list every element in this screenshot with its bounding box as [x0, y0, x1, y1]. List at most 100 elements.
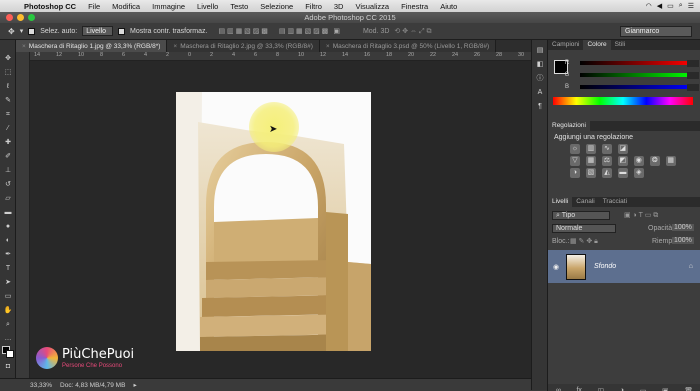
pen-tool-icon[interactable]: ✒	[3, 250, 13, 259]
document-size[interactable]: Doc: 4,83 MB/4,79 MB	[60, 382, 125, 389]
tab-styles[interactable]: Stili	[611, 40, 629, 50]
menu-selezione[interactable]: Selezione	[254, 2, 299, 11]
notifications-icon[interactable]: ☰	[688, 2, 694, 10]
menu-filtro[interactable]: Filtro	[299, 2, 328, 11]
menu-finestra[interactable]: Finestra	[395, 2, 434, 11]
layer-name[interactable]: Sfondo	[594, 263, 616, 270]
new-layer-icon[interactable]: ▣	[662, 387, 669, 391]
paragraph-panel-icon[interactable]: ¶	[535, 102, 545, 111]
opacity-field[interactable]: 100%	[672, 224, 694, 231]
new-group-icon[interactable]: ▭	[640, 387, 647, 391]
crop-tool-icon[interactable]: ⌗	[3, 110, 13, 119]
visibility-eye-icon[interactable]: ◉	[553, 263, 559, 271]
gradient-map-icon[interactable]: ▬	[617, 168, 628, 178]
tab-channels[interactable]: Canali	[572, 197, 598, 207]
blue-value-field[interactable]	[687, 83, 699, 91]
layer-filter-buttons[interactable]: ▣ ◑ T ▭ ⧉	[624, 211, 658, 220]
menu-livello[interactable]: Livello	[191, 2, 224, 11]
tab-layers[interactable]: Livelli	[548, 197, 573, 207]
close-tab-icon[interactable]: ×	[22, 43, 26, 50]
align-buttons[interactable]: ▤ ▥ ▦ ▧ ▨ ▩	[218, 27, 267, 35]
color-spectrum-bar[interactable]	[553, 97, 693, 105]
layer-style-icon[interactable]: fx	[576, 387, 581, 391]
green-slider[interactable]: G	[562, 70, 700, 80]
menu-immagine[interactable]: Immagine	[146, 2, 191, 11]
menu-app[interactable]: Photoshop CC	[18, 2, 82, 11]
tab-document-3[interactable]: × Maschera di Ritaglio 3.psd @ 50% (Live…	[319, 40, 497, 52]
invert-icon[interactable]: ◑	[570, 168, 580, 178]
red-slider[interactable]: R	[562, 58, 700, 68]
layer-filter-dropdown[interactable]: ⌕ Tipo	[552, 211, 610, 220]
menu-file[interactable]: File	[82, 2, 106, 11]
tab-color[interactable]: Colore	[583, 40, 611, 50]
blue-slider[interactable]: B	[562, 82, 700, 92]
green-track[interactable]	[580, 73, 692, 77]
selective-color-icon[interactable]: ◈	[633, 168, 644, 178]
hand-tool-icon[interactable]: ✋	[3, 306, 13, 315]
history-brush-tool-icon[interactable]: ↺	[3, 180, 13, 189]
quick-mask-icon[interactable]: ◘	[3, 362, 13, 371]
hue-icon[interactable]: ▦	[585, 156, 596, 166]
menu-visualizza[interactable]: Visualizza	[349, 2, 395, 11]
zoom-tool-icon[interactable]: ⌕	[3, 320, 13, 329]
brightness-icon[interactable]: ☼	[570, 144, 580, 154]
clone-stamp-tool-icon[interactable]: ⊥	[3, 166, 13, 175]
close-tab-icon[interactable]: ×	[326, 43, 330, 50]
menu-testo[interactable]: Testo	[224, 2, 254, 11]
link-layers-icon[interactable]: ∞	[556, 387, 561, 391]
properties-panel-icon[interactable]: ◧	[535, 60, 545, 69]
blend-mode-dropdown[interactable]: Normale	[552, 224, 616, 233]
marquee-tool-icon[interactable]: ⬚	[3, 68, 13, 77]
character-panel-icon[interactable]: A	[535, 88, 545, 97]
balance-icon[interactable]: ⚖	[601, 156, 612, 166]
dodge-tool-icon[interactable]: ◐	[3, 236, 13, 245]
background-color-swatch[interactable]	[6, 350, 14, 358]
blur-tool-icon[interactable]: ●	[3, 222, 13, 231]
threshold-icon[interactable]: ◭	[601, 168, 612, 178]
wifi-icon[interactable]: ◠	[646, 2, 652, 10]
auto-select-dropdown[interactable]: Livello	[82, 26, 114, 36]
tab-document-1[interactable]: × Maschera di Ritaglio 1.jpg @ 33,3% (RG…	[16, 40, 168, 52]
menu-modifica[interactable]: Modifica	[106, 2, 146, 11]
brush-tool-icon[interactable]: ✐	[3, 152, 13, 161]
info-panel-icon[interactable]: ⓘ	[535, 74, 545, 83]
lasso-tool-icon[interactable]: ℓ	[3, 82, 13, 91]
workspace-switcher[interactable]: Gianmarco	[620, 26, 692, 37]
path-select-tool-icon[interactable]: ➤	[3, 278, 13, 287]
quick-select-tool-icon[interactable]: ✎	[3, 96, 13, 105]
move-tool-icon[interactable]: ✥	[3, 54, 13, 63]
new-adjustment-icon[interactable]: ◑	[620, 387, 624, 391]
delete-layer-icon[interactable]: 🗑︎	[684, 387, 693, 391]
move-tool-icon[interactable]: ✥	[8, 27, 15, 36]
levels-icon[interactable]: ▥	[585, 144, 596, 154]
lookup-icon[interactable]: ▦	[665, 156, 676, 166]
transform-controls-checkbox[interactable]	[118, 27, 126, 35]
vertical-ruler[interactable]	[16, 52, 30, 378]
history-panel-icon[interactable]: ▤	[535, 46, 545, 55]
vibrance-icon[interactable]: ▽	[570, 156, 580, 166]
menu-3d[interactable]: 3D	[328, 2, 350, 11]
gradient-tool-icon[interactable]: ▬	[3, 208, 13, 217]
menu-aiuto[interactable]: Aiuto	[434, 2, 463, 11]
shape-tool-icon[interactable]: ▭	[3, 292, 13, 301]
photo-filter-icon[interactable]: ◉	[633, 156, 644, 166]
tab-adjustments[interactable]: Regolazioni	[548, 121, 590, 131]
add-mask-icon[interactable]: ◫	[598, 387, 605, 391]
spotlight-icon[interactable]: ⌕	[679, 2, 683, 10]
more-tools-icon[interactable]: …	[3, 334, 13, 343]
tab-swatches[interactable]: Campioni	[548, 40, 583, 50]
close-tab-icon[interactable]: ×	[173, 43, 177, 50]
mode-3d-icons[interactable]: ⟲ ✥ ⇔ ⤢ ⧉	[394, 27, 431, 36]
eraser-tool-icon[interactable]: ▱	[3, 194, 13, 203]
lock-buttons[interactable]: ▦ ✎ ✥ 🔒︎	[570, 237, 598, 246]
type-tool-icon[interactable]: T	[3, 264, 13, 273]
exposure-icon[interactable]: ◪	[617, 144, 628, 154]
distribute-buttons[interactable]: ▤ ▥ ▦ ▧ ▨ ▩	[279, 27, 328, 35]
red-track[interactable]	[580, 61, 692, 65]
tab-document-2[interactable]: × Maschera di Ritaglio 2.jpg @ 33,3% (RG…	[167, 40, 320, 52]
blue-track[interactable]	[580, 85, 692, 89]
status-menu-arrow-icon[interactable]: ▸	[133, 381, 136, 389]
channel-mixer-icon[interactable]: ❂	[649, 156, 660, 166]
battery-icon[interactable]: ▭	[667, 2, 674, 10]
volume-icon[interactable]: ◀	[657, 2, 662, 10]
